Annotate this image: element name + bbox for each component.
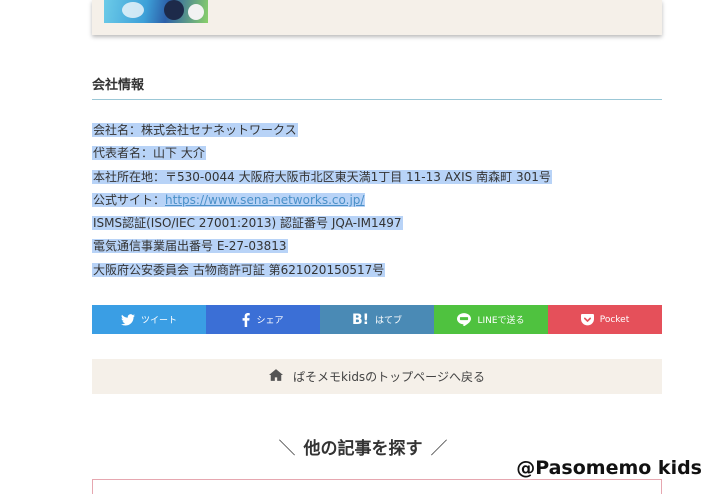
pocket-icon [580,313,594,326]
telecom-number: 電気通信事業届出番号 E-27-03813 [92,239,288,254]
slash-right: ／ [430,439,448,459]
related-article-card[interactable] [92,0,662,35]
tweet-button[interactable]: ツイート [92,305,206,334]
back-to-top-label: ぱそメモkidsのトップページへ戻る [293,370,485,384]
company-info-heading: 会社情報 [92,78,145,93]
twitter-icon [120,313,135,326]
representative: 代表者名：山下 大介 [92,146,206,161]
pocket-button[interactable]: Pocket [548,305,662,334]
official-site-link[interactable]: https://www.sena-networks.co.jp/ [165,193,364,207]
facebook-share-label: シェア [256,316,284,326]
tweet-label: ツイート [140,316,177,326]
other-articles-heading: ＼ 他の記事を探す ／ [0,434,726,459]
hatena-button[interactable]: B! はてブ [320,305,434,334]
slash-left: ＼ [278,439,296,459]
home-icon [269,369,284,384]
facebook-icon [242,312,251,327]
site-label: 公式サイト： [93,192,166,207]
article-thumbnail[interactable] [104,0,208,23]
pocket-label: Pocket [599,314,630,325]
antique-license: 大阪府公安委員会 古物商許可証 第621020150517号 [92,262,386,277]
company-name: 会社名：株式会社セナネットワークス [92,123,298,137]
line-label: LINEで送る [477,316,525,326]
share-buttons: ツイート シェア B! はてブ LINEで送る Pocket [92,305,662,334]
back-to-top-link[interactable]: ぱそメモkidsのトップページへ戻る [92,359,662,394]
other-articles-title: 他の記事を探す [303,439,423,459]
isms-cert: ISMS認証(ISO/IEC 27001:2013) 認証番号 JQA-IM14… [92,216,403,231]
line-button[interactable]: LINEで送る [434,305,548,334]
company-info-block: 会社名：株式会社セナネットワークス 代表者名：山下 大介 本社所在地：〒530-… [92,120,572,283]
facebook-share-button[interactable]: シェア [206,305,320,334]
watermark: @Pasomemo kids [516,457,702,479]
heading-divider [92,99,662,100]
line-icon [457,313,472,326]
article-search-box[interactable] [92,479,662,494]
hatena-label: はてブ [375,316,403,326]
address: 本社所在地：〒530-0044 大阪府大阪市北区東天満1丁目 11-13 AXI… [92,169,552,184]
hatena-bookmark-icon: B! [351,311,370,328]
